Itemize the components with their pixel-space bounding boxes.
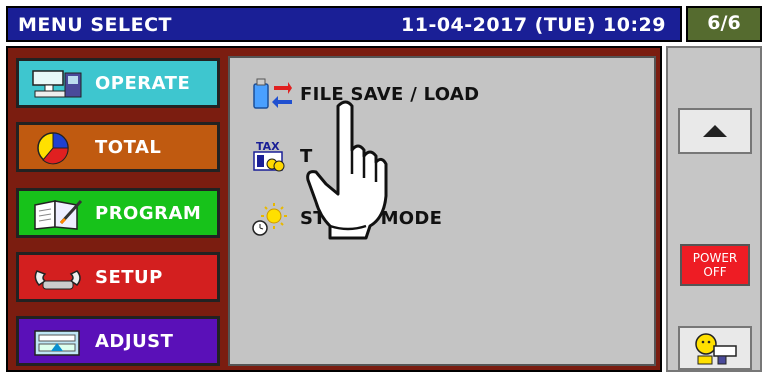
- operate-label: OPERATE: [95, 73, 191, 94]
- tax-icon: TAX: [253, 140, 285, 172]
- standby-sun-icon: [252, 203, 287, 236]
- wrench-icon: [34, 270, 81, 290]
- scale-icon: [32, 70, 82, 98]
- operate-button[interactable]: OPERATE: [16, 58, 220, 108]
- program-button[interactable]: PROGRAM: [16, 188, 220, 238]
- svg-text:TAX: TAX: [256, 140, 280, 153]
- total-button[interactable]: TOTAL: [16, 122, 220, 172]
- book-icon: [34, 199, 83, 230]
- pie-chart-icon: [37, 132, 69, 165]
- setup-button[interactable]: SETUP: [16, 252, 220, 302]
- usb-transfer-icon: [253, 78, 292, 109]
- off-label: OFF: [703, 265, 727, 279]
- operator-button[interactable]: [678, 326, 752, 370]
- tax-item[interactable]: TAX T: [250, 138, 550, 174]
- pointing-hand-icon: [306, 100, 388, 240]
- power-off-button[interactable]: POWER OFF: [680, 244, 750, 286]
- header-bar: MENU SELECT 11-04-2017 (TUE) 10:29: [6, 6, 682, 42]
- operator-icon: [695, 333, 737, 365]
- power-label: POWER: [692, 251, 738, 265]
- file-save-load-item[interactable]: FILE SAVE / LOAD: [250, 76, 550, 112]
- right-rail: POWER OFF: [666, 46, 762, 372]
- adjust-button[interactable]: ADJUST: [16, 316, 220, 366]
- triangle-up-icon: [703, 125, 727, 137]
- scroll-up-button[interactable]: [678, 108, 752, 154]
- adjust-label: ADJUST: [95, 331, 174, 352]
- page-title: MENU SELECT: [18, 14, 172, 36]
- setup-label: SETUP: [95, 267, 163, 288]
- standby-mode-item[interactable]: ST DBY MODE: [250, 200, 550, 236]
- keyboard-icon: [34, 330, 80, 356]
- program-label: PROGRAM: [95, 203, 202, 224]
- submenu-panel: FILE SAVE / LOAD TAX T ST MODE: [228, 56, 656, 366]
- datetime-display: 11-04-2017 (TUE) 10:29: [401, 14, 666, 36]
- total-label: TOTAL: [95, 137, 162, 158]
- page-indicator: 6/6: [686, 6, 762, 42]
